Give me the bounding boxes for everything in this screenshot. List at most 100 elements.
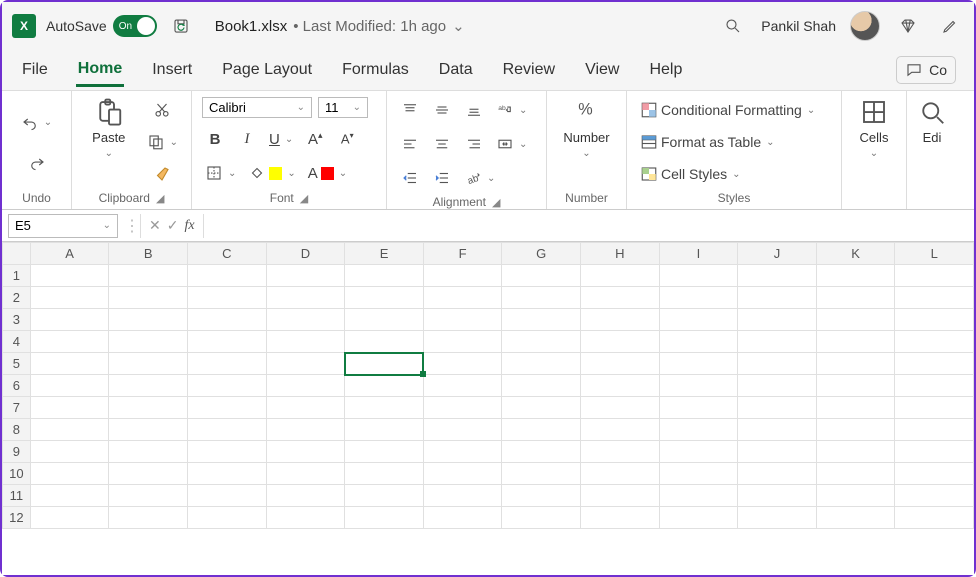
cell[interactable] — [109, 287, 188, 309]
font-family-combo[interactable]: Calibri⌄ — [202, 97, 312, 118]
tab-data[interactable]: Data — [437, 55, 475, 85]
cell[interactable] — [30, 463, 109, 485]
italic-button[interactable]: I — [234, 126, 260, 152]
align-bottom-icon[interactable] — [461, 97, 487, 123]
cell[interactable] — [816, 397, 895, 419]
cell[interactable] — [659, 331, 738, 353]
cell[interactable] — [109, 463, 188, 485]
cell[interactable] — [266, 331, 345, 353]
cell[interactable] — [187, 441, 266, 463]
cell[interactable] — [345, 287, 424, 309]
merge-center-icon[interactable] — [493, 131, 530, 157]
cell[interactable] — [738, 309, 817, 331]
cell[interactable] — [816, 265, 895, 287]
cell[interactable] — [659, 507, 738, 529]
cell[interactable] — [109, 419, 188, 441]
cell[interactable] — [266, 309, 345, 331]
cell[interactable] — [266, 353, 345, 375]
font-color-button[interactable]: A — [305, 160, 350, 186]
format-painter-icon[interactable] — [144, 161, 181, 187]
cell[interactable] — [345, 331, 424, 353]
column-header[interactable]: E — [345, 243, 424, 265]
cell[interactable] — [816, 331, 895, 353]
column-header[interactable]: H — [581, 243, 660, 265]
column-header[interactable]: J — [738, 243, 817, 265]
cell[interactable] — [581, 507, 660, 529]
name-box[interactable]: E5 ⌄ — [8, 214, 118, 238]
row-header[interactable]: 2 — [3, 287, 31, 309]
cell-styles-button[interactable]: Cell Styles — [637, 161, 818, 187]
cell[interactable] — [266, 507, 345, 529]
cell[interactable] — [659, 375, 738, 397]
tab-insert[interactable]: Insert — [150, 55, 194, 85]
cell[interactable] — [581, 441, 660, 463]
cell[interactable] — [109, 353, 188, 375]
save-sync-icon[interactable] — [167, 12, 195, 40]
bold-button[interactable]: B — [202, 126, 228, 152]
cell[interactable] — [502, 375, 581, 397]
align-middle-icon[interactable] — [429, 97, 455, 123]
tab-help[interactable]: Help — [647, 55, 684, 85]
cell[interactable] — [109, 397, 188, 419]
column-header[interactable]: K — [816, 243, 895, 265]
cell[interactable] — [345, 419, 424, 441]
row-header[interactable]: 9 — [3, 441, 31, 463]
cell[interactable] — [187, 265, 266, 287]
cell[interactable] — [502, 265, 581, 287]
cell[interactable] — [423, 419, 502, 441]
cell[interactable] — [30, 353, 109, 375]
cell[interactable] — [187, 331, 266, 353]
column-header[interactable]: F — [423, 243, 502, 265]
underline-button[interactable]: U — [266, 126, 296, 152]
cell[interactable] — [502, 441, 581, 463]
cell[interactable] — [30, 485, 109, 507]
cell[interactable] — [187, 419, 266, 441]
cell[interactable] — [345, 397, 424, 419]
cell[interactable] — [423, 331, 502, 353]
cell[interactable] — [895, 353, 974, 375]
cell[interactable] — [109, 441, 188, 463]
cell[interactable] — [738, 463, 817, 485]
cell[interactable] — [30, 309, 109, 331]
cell[interactable] — [423, 353, 502, 375]
cell[interactable] — [816, 507, 895, 529]
cell[interactable] — [187, 309, 266, 331]
diamond-premium-icon[interactable] — [894, 12, 922, 40]
paste-button[interactable]: Paste ⌄ — [82, 97, 136, 159]
cell[interactable] — [659, 419, 738, 441]
increase-font-icon[interactable]: A▴ — [302, 126, 328, 152]
align-center-icon[interactable] — [429, 131, 455, 157]
row-header[interactable]: 7 — [3, 397, 31, 419]
conditional-formatting-button[interactable]: Conditional Formatting — [637, 97, 818, 123]
cell[interactable] — [502, 397, 581, 419]
row-header[interactable]: 5 — [3, 353, 31, 375]
column-header[interactable]: A — [30, 243, 109, 265]
cell[interactable] — [423, 265, 502, 287]
cut-icon[interactable] — [144, 97, 181, 123]
cell[interactable] — [187, 485, 266, 507]
cell[interactable] — [816, 353, 895, 375]
cell[interactable] — [581, 309, 660, 331]
cell[interactable] — [423, 287, 502, 309]
cell[interactable] — [109, 331, 188, 353]
cell[interactable] — [816, 375, 895, 397]
cell[interactable] — [266, 441, 345, 463]
cell[interactable] — [30, 507, 109, 529]
row-header[interactable]: 10 — [3, 463, 31, 485]
cell[interactable] — [659, 287, 738, 309]
cell[interactable] — [659, 265, 738, 287]
cell[interactable] — [581, 419, 660, 441]
cell[interactable] — [423, 375, 502, 397]
column-header[interactable]: L — [895, 243, 974, 265]
orientation-icon[interactable]: ab — [461, 165, 498, 191]
pen-draw-icon[interactable] — [936, 12, 964, 40]
cell[interactable] — [816, 463, 895, 485]
cell[interactable] — [502, 507, 581, 529]
cell[interactable] — [187, 463, 266, 485]
search-icon[interactable] — [719, 12, 747, 40]
cell[interactable] — [187, 375, 266, 397]
formula-input[interactable] — [204, 214, 974, 238]
clipboard-dialog-launcher[interactable]: ◢ — [156, 192, 164, 205]
cell[interactable] — [581, 485, 660, 507]
column-header[interactable]: B — [109, 243, 188, 265]
